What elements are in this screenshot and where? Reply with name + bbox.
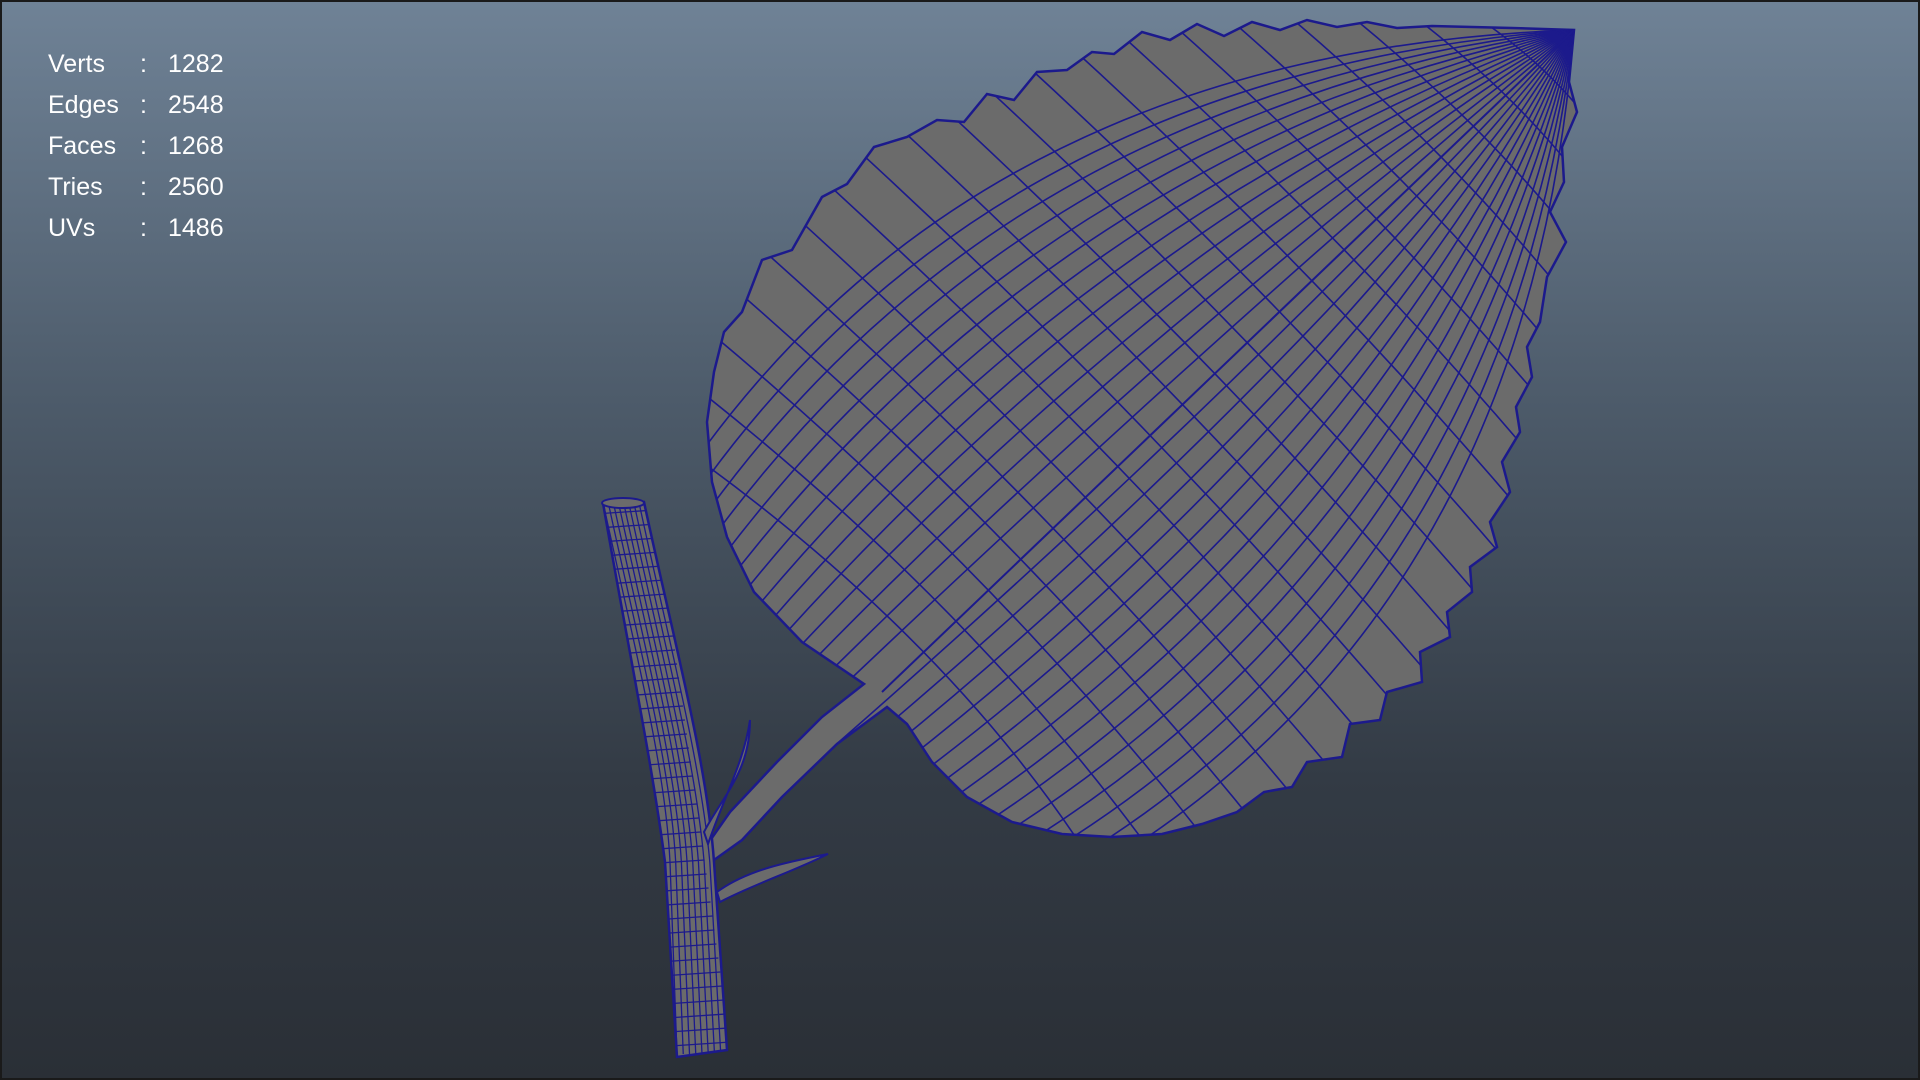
scene-canvas: [601, 2, 1769, 1059]
stem-wireframe: [603, 502, 727, 1055]
leaf-mesh[interactable]: [607, 2, 1769, 996]
stem-thorn-lower: [715, 853, 829, 904]
stem-top-cap: [601, 497, 645, 509]
modeling-viewport[interactable]: Verts : 1282 Edges : 2548 Faces : 1268 T…: [0, 0, 1920, 1080]
